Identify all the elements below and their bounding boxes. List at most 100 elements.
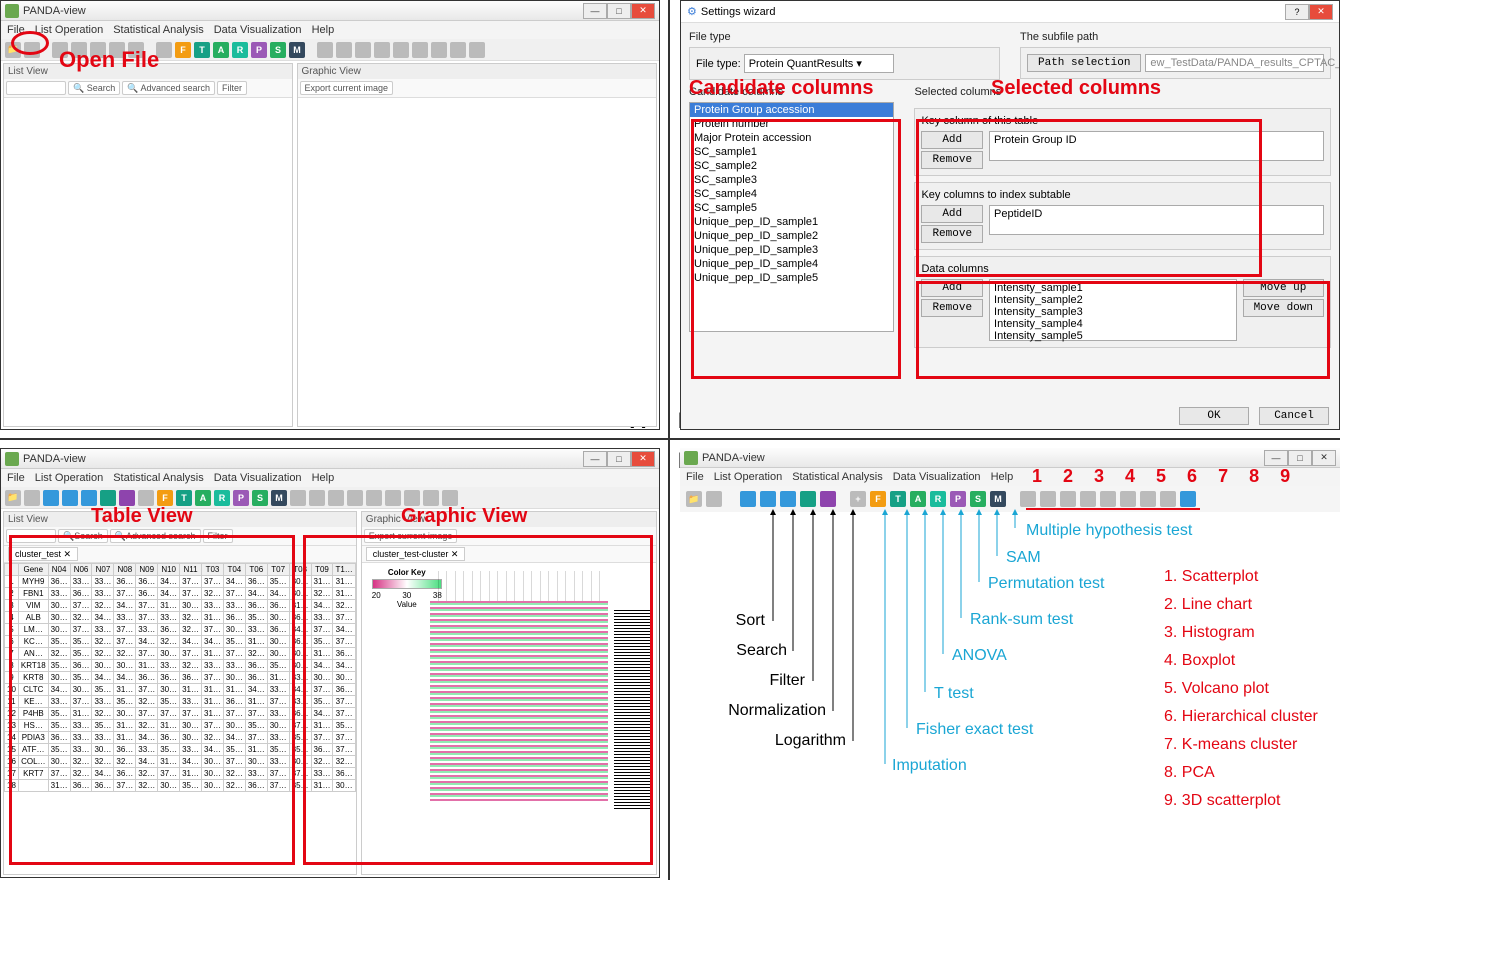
export-image-button[interactable]: Export current image bbox=[300, 81, 394, 95]
anova-icon[interactable]: A bbox=[910, 491, 926, 507]
filter-button[interactable]: Filter bbox=[217, 81, 247, 95]
menu-data-visualization[interactable]: Data Visualization bbox=[214, 472, 302, 484]
menu-data-visualization[interactable]: Data Visualization bbox=[893, 471, 981, 483]
sam-icon[interactable]: S bbox=[270, 42, 286, 58]
candidate-item[interactable]: Protein Group accession bbox=[690, 103, 893, 117]
kmeans-icon[interactable] bbox=[1140, 491, 1156, 507]
line-icon[interactable] bbox=[1040, 491, 1056, 507]
minimize-button[interactable]: — bbox=[1264, 450, 1288, 466]
filter-icon[interactable] bbox=[81, 490, 97, 506]
cancel-button[interactable]: Cancel bbox=[1259, 407, 1329, 425]
close-button[interactable]: ✕ bbox=[631, 451, 655, 467]
wizard-close-button[interactable]: ✕ bbox=[1309, 4, 1333, 20]
close-button[interactable]: ✕ bbox=[631, 3, 655, 19]
fisher-icon[interactable]: F bbox=[157, 490, 173, 506]
hist-icon[interactable] bbox=[355, 42, 371, 58]
menu-list-operation[interactable]: List Operation bbox=[35, 472, 103, 484]
menu-help[interactable]: Help bbox=[312, 472, 335, 484]
menu-help[interactable]: Help bbox=[312, 24, 335, 36]
pca-icon[interactable] bbox=[450, 42, 466, 58]
filter-icon[interactable] bbox=[780, 491, 796, 507]
scatter-icon[interactable] bbox=[317, 42, 333, 58]
anova-icon[interactable]: A bbox=[213, 42, 229, 58]
permutation-icon[interactable]: P bbox=[950, 491, 966, 507]
normalization-icon[interactable] bbox=[100, 490, 116, 506]
box-icon[interactable] bbox=[374, 42, 390, 58]
menu-list-operation[interactable]: List Operation bbox=[35, 24, 103, 36]
volcano-icon[interactable] bbox=[366, 490, 382, 506]
sam-icon[interactable]: S bbox=[970, 491, 986, 507]
save-icon[interactable] bbox=[24, 490, 40, 506]
menu-list-operation[interactable]: List Operation bbox=[714, 471, 782, 483]
volcano-icon[interactable] bbox=[393, 42, 409, 58]
kmeans-icon[interactable] bbox=[431, 42, 447, 58]
scatter3d-icon[interactable] bbox=[469, 42, 485, 58]
cluster-icon[interactable] bbox=[385, 490, 401, 506]
help-button[interactable]: ? bbox=[1285, 4, 1309, 20]
titlebar-c[interactable]: PANDA-view — □ ✕ bbox=[1, 449, 659, 469]
open-file-icon[interactable]: 📁 bbox=[5, 490, 21, 506]
ranksum-icon[interactable]: R bbox=[214, 490, 230, 506]
line-icon[interactable] bbox=[309, 490, 325, 506]
pca-icon[interactable] bbox=[1160, 491, 1176, 507]
permutation-icon[interactable]: P bbox=[233, 490, 249, 506]
box-icon[interactable] bbox=[347, 490, 363, 506]
hist-icon[interactable] bbox=[328, 490, 344, 506]
close-button[interactable]: ✕ bbox=[1312, 450, 1336, 466]
sort-icon[interactable] bbox=[740, 491, 756, 507]
titlebar-d[interactable]: PANDA-view — □ ✕ bbox=[680, 448, 1340, 468]
imputation-icon[interactable] bbox=[138, 490, 154, 506]
titlebar[interactable]: PANDA-view — □ ✕ bbox=[1, 1, 659, 21]
multitest-icon[interactable]: M bbox=[990, 491, 1006, 507]
ttest-icon[interactable]: T bbox=[176, 490, 192, 506]
menu-help[interactable]: Help bbox=[991, 471, 1014, 483]
menu-statistical-analysis[interactable]: Statistical Analysis bbox=[113, 24, 203, 36]
save-icon[interactable] bbox=[706, 491, 722, 507]
anova-icon[interactable]: A bbox=[195, 490, 211, 506]
maximize-button[interactable]: □ bbox=[607, 3, 631, 19]
cluster-icon[interactable] bbox=[1120, 491, 1136, 507]
multitest-icon[interactable]: M bbox=[289, 42, 305, 58]
path-value[interactable]: ew_TestData/PANDA_results_CPTAC_TestData bbox=[1145, 54, 1324, 72]
maximize-button[interactable]: □ bbox=[607, 451, 631, 467]
multitest-icon[interactable]: M bbox=[271, 490, 287, 506]
search-icon[interactable] bbox=[62, 490, 78, 506]
imputation-icon[interactable]: + bbox=[850, 491, 866, 507]
fisher-icon[interactable]: F bbox=[175, 42, 191, 58]
minimize-button[interactable]: — bbox=[583, 3, 607, 19]
fisher-icon[interactable]: F bbox=[870, 491, 886, 507]
menu-file[interactable]: File bbox=[686, 471, 704, 483]
search-button[interactable]: 🔍 Search bbox=[68, 81, 120, 95]
menu-data-visualization[interactable]: Data Visualization bbox=[214, 24, 302, 36]
log-icon[interactable] bbox=[119, 490, 135, 506]
ranksum-icon[interactable]: R bbox=[232, 42, 248, 58]
permutation-icon[interactable]: P bbox=[251, 42, 267, 58]
list-input[interactable] bbox=[6, 81, 66, 95]
menu-file[interactable]: File bbox=[7, 472, 25, 484]
cluster-icon[interactable] bbox=[412, 42, 428, 58]
box-icon[interactable] bbox=[1080, 491, 1096, 507]
file-type-select[interactable]: Protein QuantResults ▾ bbox=[744, 54, 894, 73]
ranksum-icon[interactable]: R bbox=[930, 491, 946, 507]
ttest-icon[interactable]: T bbox=[890, 491, 906, 507]
minimize-button[interactable]: — bbox=[583, 451, 607, 467]
ttest-icon[interactable]: T bbox=[194, 42, 210, 58]
search-icon[interactable] bbox=[760, 491, 776, 507]
log-icon[interactable] bbox=[820, 491, 836, 507]
ok-button[interactable]: OK bbox=[1179, 407, 1249, 425]
sort-icon[interactable] bbox=[43, 490, 59, 506]
menu-statistical-analysis[interactable]: Statistical Analysis bbox=[792, 471, 882, 483]
advanced-search-button[interactable]: 🔍 Advanced search bbox=[122, 81, 215, 95]
open-file-icon[interactable]: 📁 bbox=[686, 491, 702, 507]
volcano-icon[interactable] bbox=[1100, 491, 1116, 507]
hist-icon[interactable] bbox=[1060, 491, 1076, 507]
scatter-icon[interactable] bbox=[1020, 491, 1036, 507]
kmeans-icon[interactable] bbox=[404, 490, 420, 506]
pca-icon[interactable] bbox=[423, 490, 439, 506]
wizard-titlebar[interactable]: ⚙ Settings wizard ? ✕ bbox=[681, 1, 1339, 23]
sam-icon[interactable]: S bbox=[252, 490, 268, 506]
scatter3d-icon[interactable] bbox=[1180, 491, 1196, 507]
menu-statistical-analysis[interactable]: Statistical Analysis bbox=[113, 472, 203, 484]
maximize-button[interactable]: □ bbox=[1288, 450, 1312, 466]
scatter-icon[interactable] bbox=[290, 490, 306, 506]
